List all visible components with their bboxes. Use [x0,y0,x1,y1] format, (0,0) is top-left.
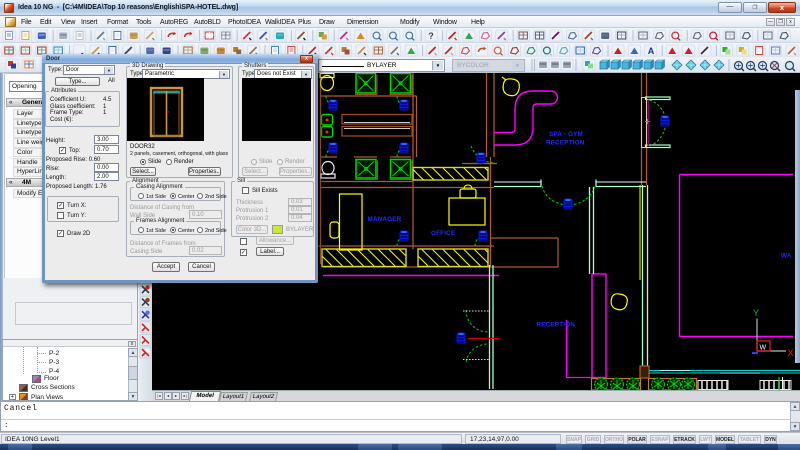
svg-text:RECEPTION: RECEPTION [537,322,576,329]
svg-text:MANAGER: MANAGER [368,216,402,223]
svg-text:X: X [788,348,794,358]
svg-text:Y: Y [753,308,759,318]
svg-text:RECEPTION: RECEPTION [546,140,585,147]
svg-text:A: A [648,46,655,56]
svg-text:W: W [760,345,767,352]
svg-text:OFFICE: OFFICE [431,230,455,237]
svg-text:WA: WA [781,253,792,260]
svg-text:?: ? [428,31,434,41]
svg-text:SPA - GYM: SPA - GYM [549,131,583,138]
